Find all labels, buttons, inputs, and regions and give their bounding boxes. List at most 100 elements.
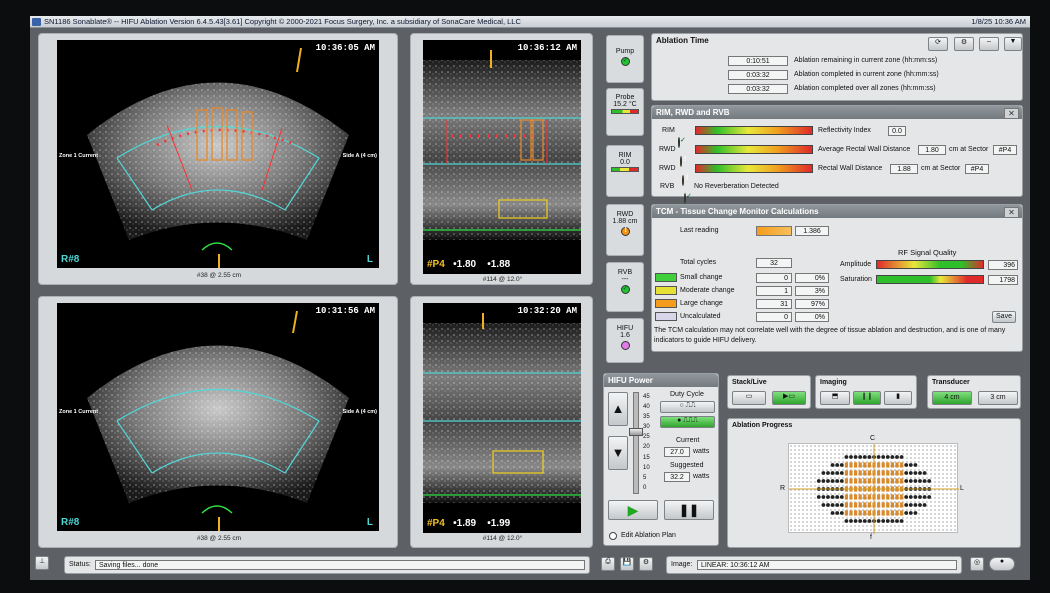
time-completed-all: 0:03:32 [728,84,788,94]
power-down-button[interactable]: ▼ [608,436,628,470]
edit-plan-radio[interactable] [609,532,617,540]
play-button[interactable]: ▶ [608,500,658,520]
time-completed-zone-label: Ablation completed in current zone (hh:m… [794,71,939,78]
sagittal-image [423,50,581,240]
transducer-4cm-button[interactable]: 4 cm [932,391,972,405]
edit-ablation-plan-label[interactable]: Edit Ablation Plan [621,532,676,539]
imaging-mode-1-button[interactable]: ⬒ [820,391,850,405]
pin-button[interactable]: ⊥ [35,556,49,570]
collapse-button[interactable]: ▼ [1004,37,1022,51]
saturation-label: Saturation [840,276,872,283]
status-probe[interactable]: Probe 15.2 °C [606,88,644,136]
ablation-cell [853,455,858,459]
ablation-cell [904,495,909,499]
ablation-cell [904,511,909,515]
image-label: Image: [671,561,693,568]
transducer-3cm-button[interactable]: 3 cm [978,391,1018,405]
ultrasound-view-sagittal-live[interactable]: 10:36:12 AM #P4 •1.80 •1.88 [423,40,581,274]
ablation-cell [876,455,881,459]
imaging-mode-3-button[interactable]: ▮ [884,391,912,405]
status-pump[interactable]: Pump [606,35,644,83]
ablation-cell [858,478,862,484]
refresh-button[interactable]: ⟳ [928,37,948,51]
saturation-value: 1798 [988,275,1018,285]
ablation-cell [863,494,867,500]
view-panel-top-right: 10:36:12 AM #P4 •1.80 •1.88 #114 @ 12.0° [410,33,593,285]
pause-button[interactable]: ❚❚ [664,500,714,520]
save-button[interactable]: Save [992,311,1016,323]
ablation-cell [858,462,862,468]
camera-button[interactable]: ◎ [970,557,984,571]
sector-label: R#8 [61,517,80,528]
rvb-value: --- [621,276,629,283]
status-rim[interactable]: RIM 0.0 [606,145,644,197]
uncalculated-swatch [655,312,677,321]
live-button[interactable]: ▶▭ [772,391,806,405]
ablation-cell [849,470,853,476]
ablation-cell [853,519,858,523]
transducer-panel: Transducer 4 cm 3 cm [927,375,1021,409]
pump-ok-icon [620,56,630,66]
save-image-button[interactable]: 💾 [620,557,634,571]
status-rvb[interactable]: RVB --- [606,262,644,312]
probe-temp: 15.2 °C [613,101,637,108]
ablation-cell [890,455,895,459]
suggested-power-unit: watts [693,473,710,480]
minimize-button[interactable]: – [979,37,999,51]
close-rim-panel-button[interactable]: ✕ [1004,108,1019,119]
status-rwd[interactable]: RWD 1.88 cm [606,204,644,256]
current-power-unit: watts [693,448,710,455]
rwd-value: 1.88 [890,164,918,174]
ablation-cell [900,494,904,500]
last-reading-value: 1.386 [795,226,829,236]
amplitude-label: Amplitude [840,261,872,268]
settings-button[interactable]: ⚙ [639,557,653,571]
ablation-cell [844,494,848,500]
probe-label: Probe [615,94,635,101]
ablation-cell [862,455,867,459]
ablation-cell [867,519,872,523]
ablation-cell [886,470,890,476]
ablation-cell [908,511,913,515]
ablation-cell [890,502,894,508]
ablation-cell [867,502,871,508]
duty-cycle-option-1[interactable]: ○ ⎍⎍ [660,401,715,413]
imaging-mode-2-button[interactable]: ❙❙ [853,391,881,405]
left-marker: L [366,517,373,528]
power-slider-thumb[interactable] [629,427,643,436]
ablation-cell [886,510,890,516]
close-tcm-panel-button[interactable]: ✕ [1004,207,1019,218]
ultrasound-view-transverse-stored[interactable]: 10:31:56 AM Zone 1 Current Side A (4 cm)… [57,303,379,531]
toggle-switch[interactable]: ● [989,557,1015,571]
uncalculated-count: 0 [756,312,792,322]
power-up-button[interactable]: ▲ [608,392,628,426]
ablation-cell [839,511,844,515]
ablation-cell [881,510,885,516]
grid-left-label: R [780,485,786,492]
ablation-cell [908,479,913,483]
ablation-cell [839,463,844,467]
avg-rwd-value: 1.80 [918,145,946,155]
print-button[interactable]: ⎙ [601,557,615,571]
ultrasound-view-transverse-live[interactable]: 10:36:05 AM Zone 1 Current Side A (4 cm)… [57,40,379,268]
rwd-warning-icon [682,175,684,186]
ablation-cell [821,503,826,507]
ablation-cell [816,479,821,483]
ablation-cell [835,463,840,467]
stack-button[interactable]: ▭ [732,391,766,405]
status-hifu[interactable]: HIFU 1.6 [606,318,644,363]
ablation-cell [877,494,881,500]
grid-top-label: C [870,435,876,442]
duty-cycle-option-2[interactable]: ● ⎍⎍⎍ [660,416,715,428]
ablation-cell [849,502,853,508]
ablation-cell [844,502,848,508]
ablation-cell [863,510,867,516]
power-slider-track[interactable] [633,392,639,494]
large-change-pct: 97% [795,299,829,309]
settings-gear-button[interactable]: ⚙ [954,37,974,51]
ablation-cell [863,462,867,468]
imaging-panel: Imaging ⬒ ❙❙ ▮ [815,375,917,409]
ultrasound-view-sagittal-stored[interactable]: 10:32:20 AM #P4 •1.89 •1.99 [423,303,581,533]
moderate-change-count: 1 [756,286,792,296]
sagittal-image [423,313,581,503]
